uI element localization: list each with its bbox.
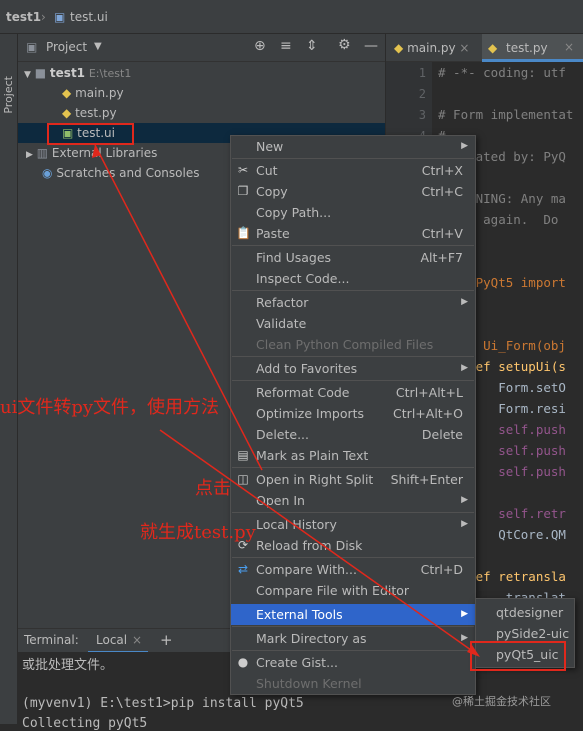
annotation-arrows	[92, 144, 480, 657]
annotation-text-result: 就生成test.py	[140, 522, 256, 543]
annotation-text-click: 点击	[195, 478, 231, 499]
annotation-arrow-up	[94, 144, 263, 471]
arrowhead-icon	[467, 645, 480, 657]
annotation-text-method: ui文件转py文件，使用方法	[0, 397, 220, 418]
watermark: @稀土掘金技术社区	[452, 695, 551, 708]
